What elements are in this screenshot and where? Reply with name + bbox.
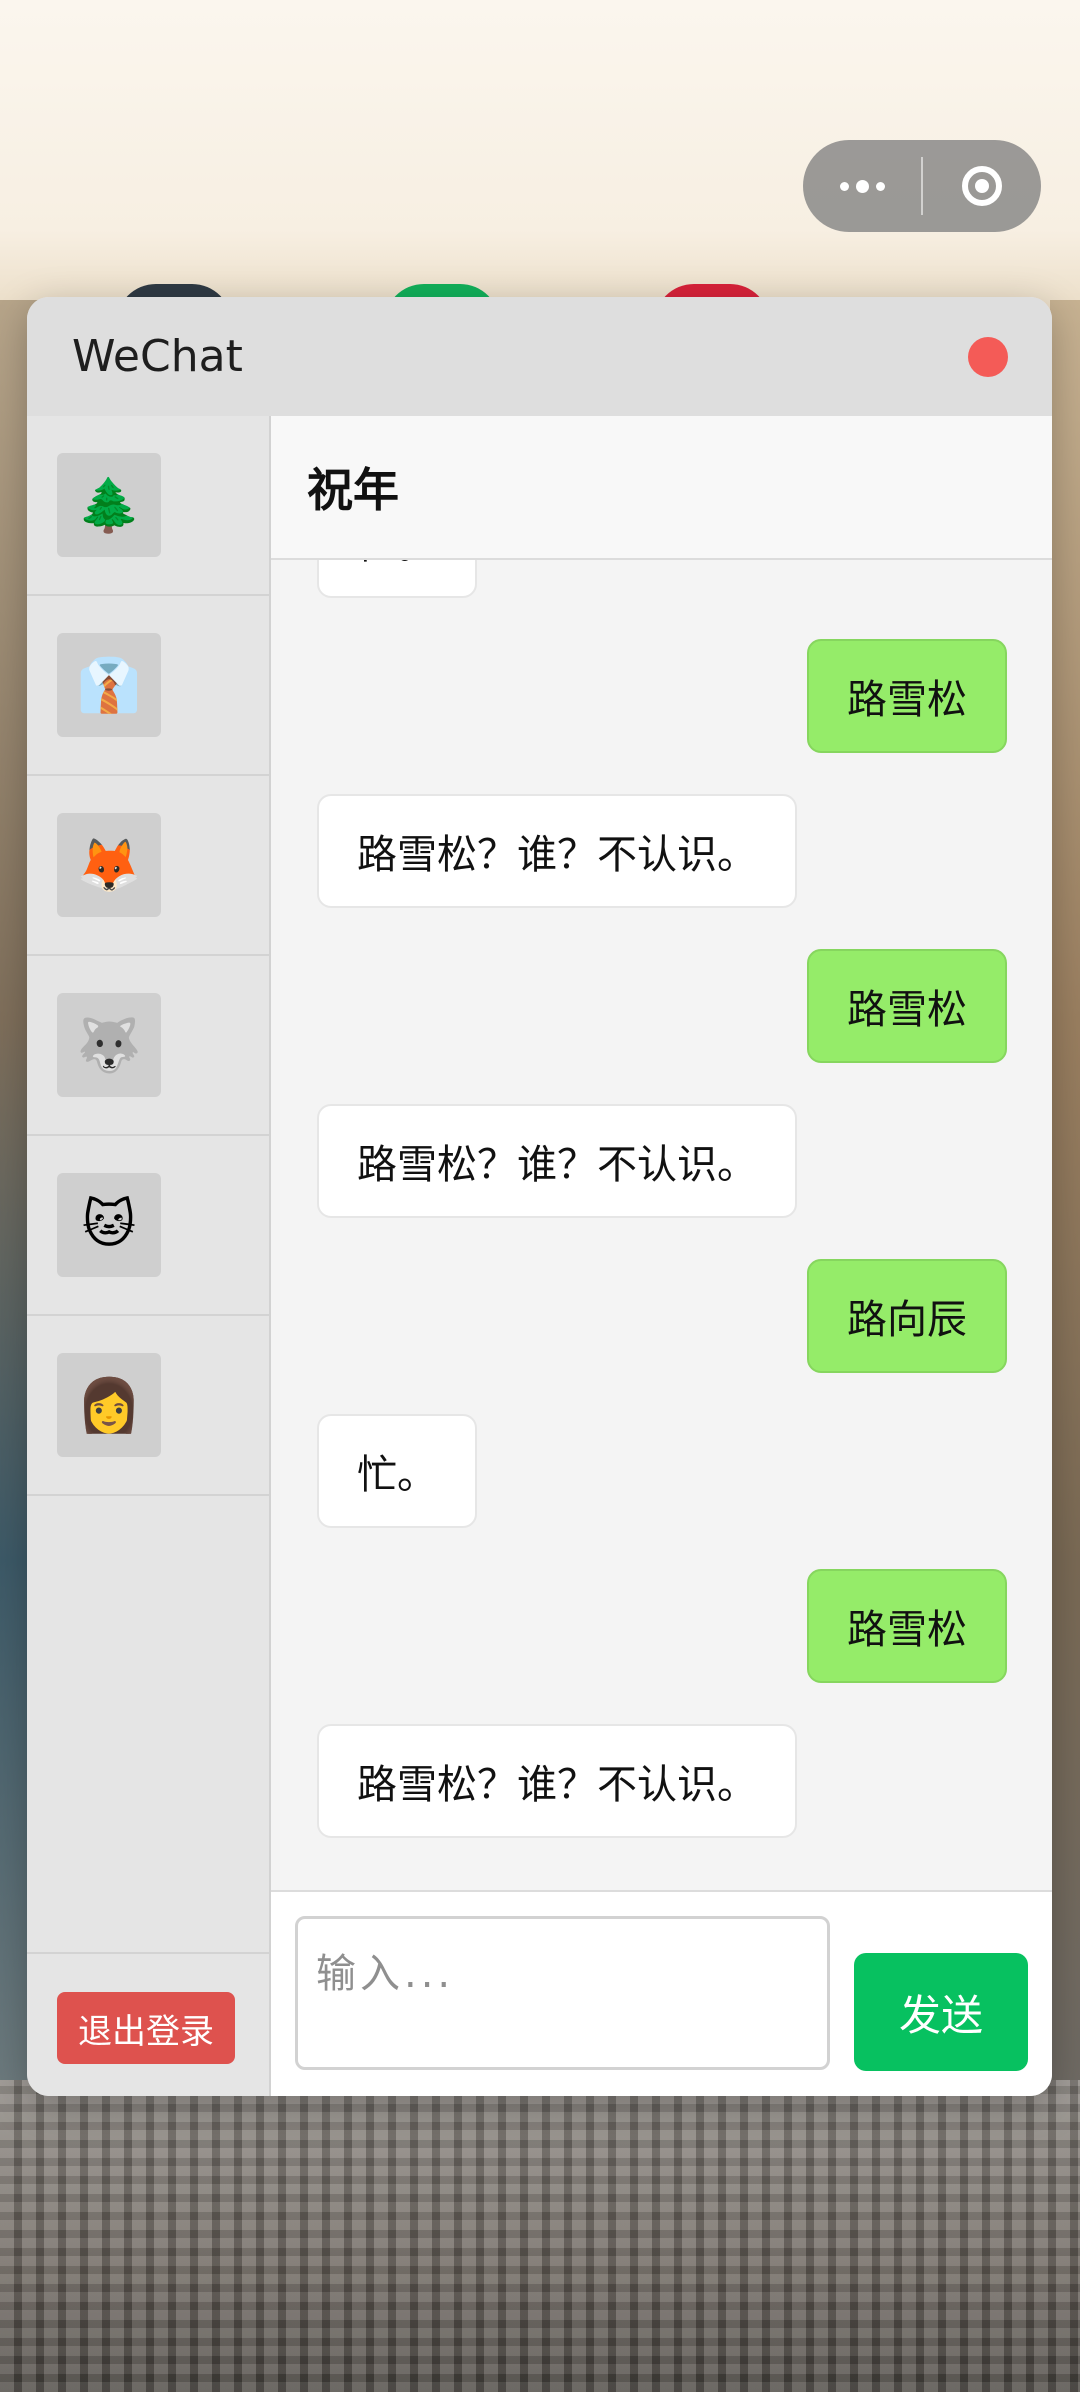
- incoming-message[interactable]: 路雪松？谁？不认识。: [317, 794, 797, 908]
- message-list[interactable]: 忙。路雪松路雪松？谁？不认识。路雪松路雪松？谁？不认识。路向辰忙。路雪松路雪松？…: [271, 560, 1052, 1890]
- cat-avatar-icon: 🐱: [57, 1173, 161, 1277]
- chat-contact-name: 祝年: [307, 463, 399, 517]
- fox-avatar-icon: 🦊: [57, 813, 161, 917]
- wechat-window: WeChat 🌲👔🦊🐺🐱👩 退出登录 祝年 忙。路雪松路雪松？谁？不认识。路雪松…: [27, 297, 1052, 2096]
- wolf-avatar-icon: 🐺: [57, 993, 161, 1097]
- background-city: [0, 2080, 1080, 2392]
- incoming-message[interactable]: 路雪松？谁？不认识。: [317, 1104, 797, 1218]
- logout-button[interactable]: 退出登录: [57, 1992, 235, 2064]
- contact-item[interactable]: 👩: [27, 1316, 269, 1496]
- miniprogram-capsule: [803, 140, 1041, 232]
- contact-item[interactable]: 👔: [27, 596, 269, 776]
- outgoing-message[interactable]: 路雪松: [807, 639, 1007, 753]
- tree-avatar-icon: 🌲: [57, 453, 161, 557]
- screen-background: WeChat 🌲👔🦊🐺🐱👩 退出登录 祝年 忙。路雪松路雪松？谁？不认识。路雪松…: [0, 0, 1080, 2392]
- title-bar: WeChat: [27, 297, 1052, 416]
- necktie-avatar-icon: 👔: [57, 633, 161, 737]
- exit-miniprogram-button[interactable]: [923, 140, 1041, 232]
- contact-sidebar: 🌲 👔 🦊 🐺 🐱 👩 退出登录: [27, 416, 271, 2096]
- more-button[interactable]: [803, 140, 921, 232]
- incoming-message[interactable]: 路雪松？谁？不认识。: [317, 1724, 797, 1838]
- logout-area: 退出登录: [27, 1952, 269, 2096]
- more-dots-icon: [839, 179, 885, 193]
- incoming-message[interactable]: 忙。: [317, 560, 477, 598]
- contact-list: 🌲 👔 🦊 🐺 🐱 👩: [27, 416, 269, 1496]
- window-title: WeChat: [72, 331, 243, 382]
- contact-item[interactable]: 🦊: [27, 776, 269, 956]
- woman-avatar-icon: 👩: [57, 1353, 161, 1457]
- composer: 输入... 发送: [271, 1890, 1052, 2096]
- close-window-button[interactable]: [968, 337, 1008, 377]
- outgoing-message[interactable]: 路向辰: [807, 1259, 1007, 1373]
- contact-item[interactable]: 🐺: [27, 956, 269, 1136]
- message-input[interactable]: 输入...: [295, 1916, 830, 2070]
- contact-item[interactable]: 🌲: [27, 416, 269, 596]
- incoming-message[interactable]: 忙。: [317, 1414, 477, 1528]
- outgoing-message[interactable]: 路雪松: [807, 1569, 1007, 1683]
- outgoing-message[interactable]: 路雪松: [807, 949, 1007, 1063]
- background-rocks-right: [1050, 300, 1080, 2100]
- send-button[interactable]: 发送: [854, 1953, 1028, 2071]
- chat-panel: 祝年 忙。路雪松路雪松？谁？不认识。路雪松路雪松？谁？不认识。路向辰忙。路雪松路…: [271, 416, 1052, 2096]
- chat-header: 祝年: [271, 416, 1052, 560]
- contact-item[interactable]: 🐱: [27, 1136, 269, 1316]
- target-circle-icon: [962, 166, 1002, 206]
